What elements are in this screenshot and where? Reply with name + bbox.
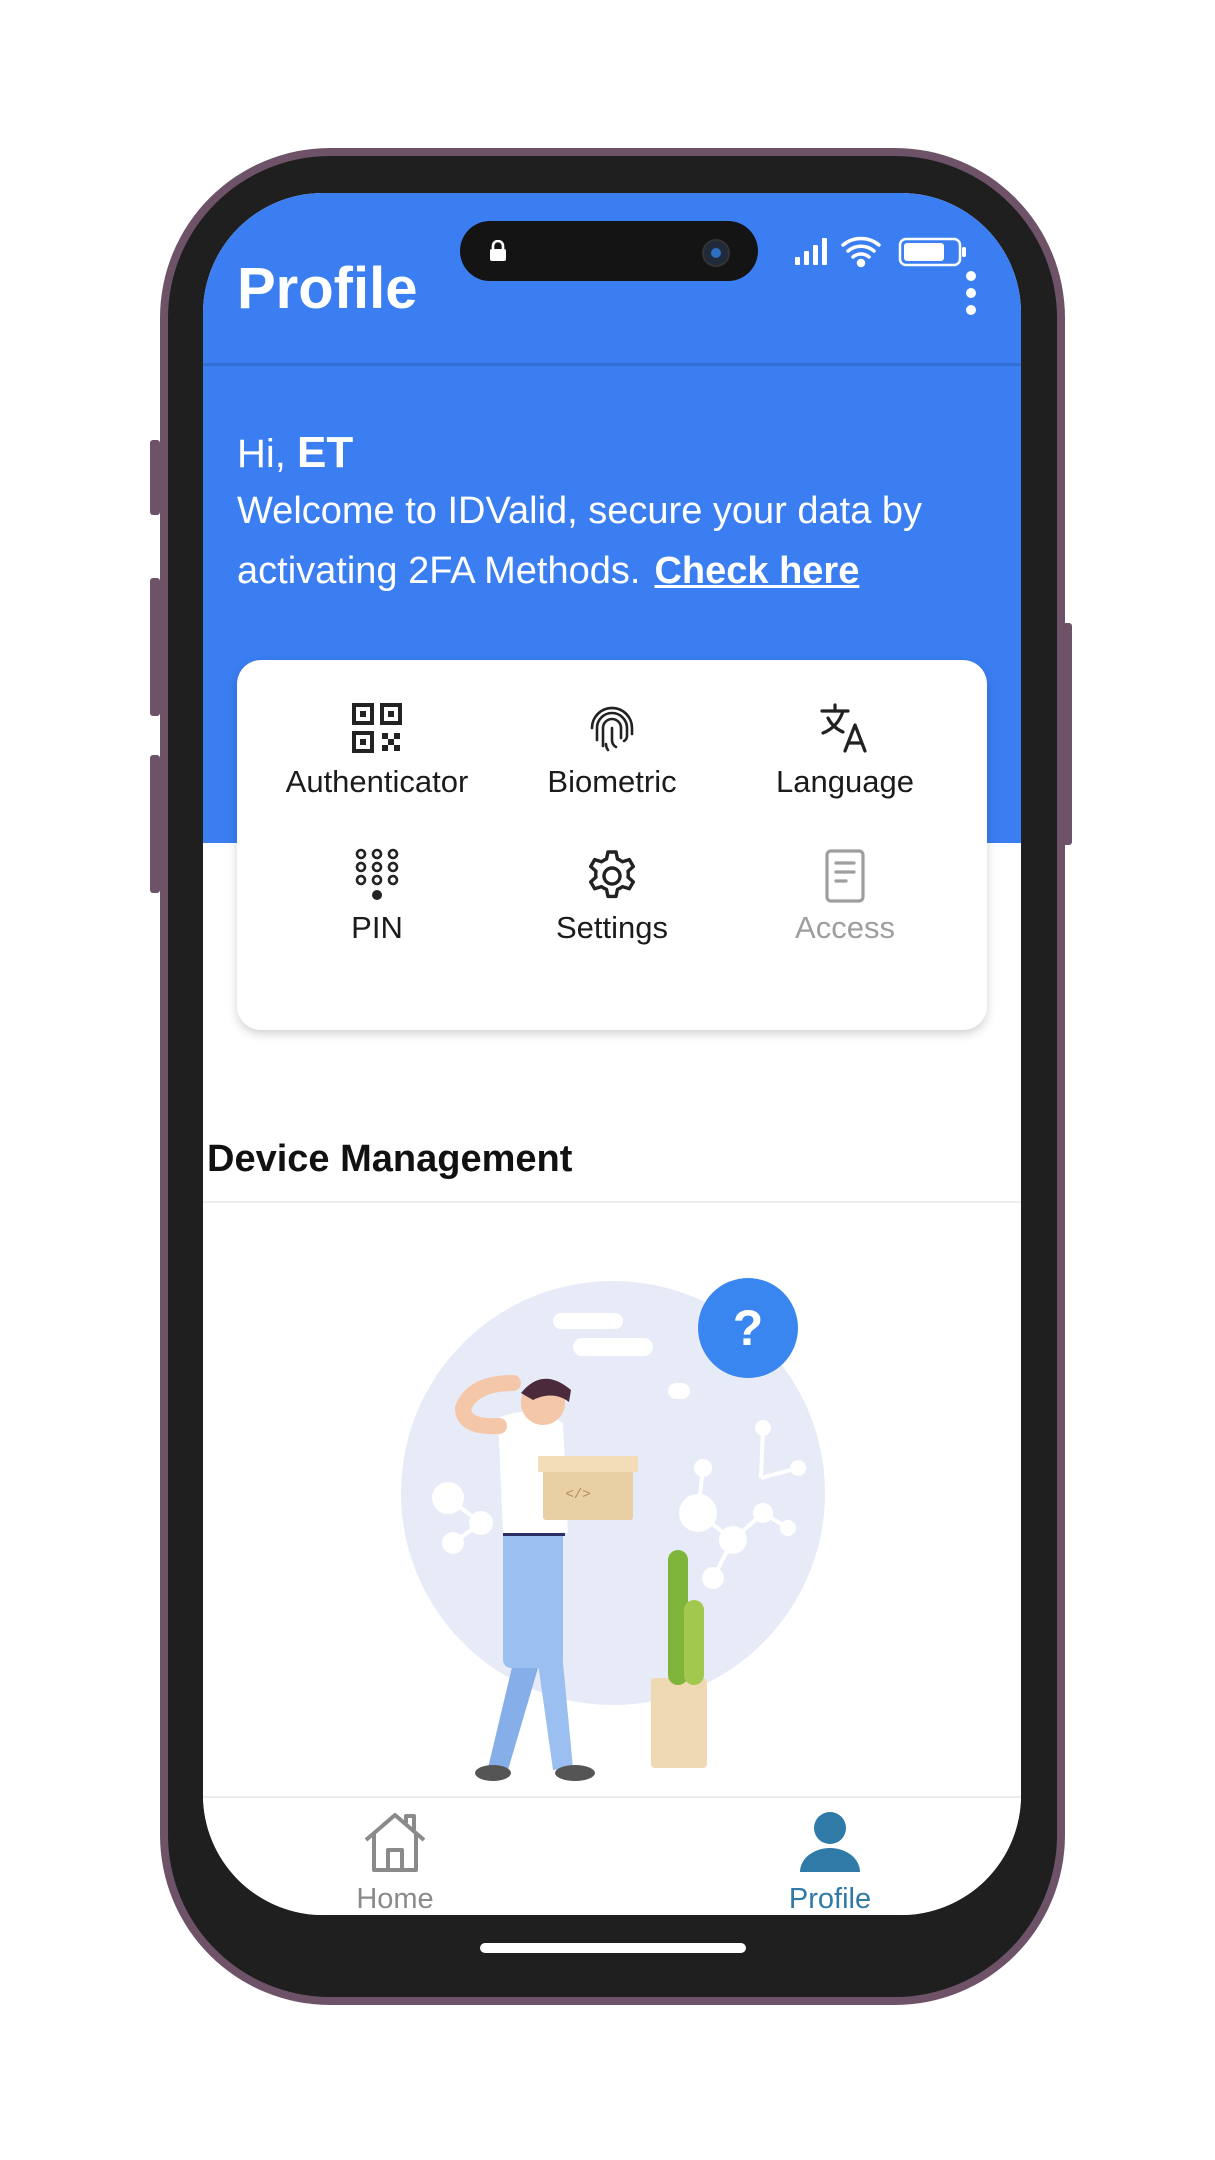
menu-item-authenticator[interactable]: Authenticator <box>257 702 497 822</box>
section-title: Device Management <box>207 1138 573 1180</box>
menu-item-language[interactable]: Language <box>725 702 965 822</box>
home-icon <box>364 1813 426 1872</box>
menu-item-biometric[interactable]: Biometric <box>492 702 732 822</box>
lock-icon <box>490 240 506 261</box>
menu-item-label: Authenticator <box>285 764 469 799</box>
signal-icon <box>795 238 827 265</box>
menu-item-settings[interactable]: Settings <box>492 848 732 968</box>
check-here-link[interactable]: Check here <box>654 550 859 592</box>
greeting: Hi, ET <box>237 428 353 478</box>
svg-text:?: ? <box>733 1300 764 1356</box>
help-badge-icon: ? <box>698 1278 798 1378</box>
nav-label: Profile <box>788 1883 872 1915</box>
menu-item-label: Access <box>795 910 895 945</box>
status-bar-icons <box>795 236 966 268</box>
fingerprint-icon <box>590 706 634 752</box>
wifi-icon <box>841 236 881 268</box>
home-indicator[interactable] <box>480 1943 746 1953</box>
bottom-navigation: Home Profile <box>203 1796 1021 1915</box>
phone-side-button <box>150 755 160 893</box>
menu-item-label: Biometric <box>547 764 677 799</box>
document-icon <box>825 849 865 903</box>
empty-state-illustration: ? </> <box>401 1278 825 1781</box>
battery-icon <box>898 237 966 267</box>
menu-item-label: PIN <box>351 910 403 945</box>
welcome-message: Welcome to IDValid, secure your data by … <box>237 481 997 601</box>
menu-item-label: Settings <box>555 910 668 945</box>
phone-side-button <box>150 578 160 716</box>
camera-icon <box>702 239 730 267</box>
dynamic-island <box>460 221 758 281</box>
greeting-prefix: Hi, <box>237 432 286 476</box>
nav-label: Home <box>356 1883 434 1915</box>
security-menu-card: Authenticator Biometric Language PIN Set… <box>237 660 987 1030</box>
keypad-icon <box>355 848 399 900</box>
user-name: ET <box>297 428 354 477</box>
overflow-menu-icon[interactable] <box>963 271 979 317</box>
nav-item-profile[interactable]: Profile <box>730 1810 930 1915</box>
translate-icon <box>820 703 867 753</box>
phone-screen: Profile Hi, ET Welcome to IDValid, secur… <box>203 193 1021 1915</box>
phone-power-button <box>1062 623 1072 845</box>
gear-icon <box>589 850 635 899</box>
divider <box>203 1201 1021 1203</box>
menu-item-access[interactable]: Access <box>725 848 965 968</box>
qr-code-icon <box>352 703 402 753</box>
person-icon <box>800 1812 860 1872</box>
app-bar: Profile <box>203 193 1021 366</box>
menu-item-pin[interactable]: PIN <box>257 848 497 968</box>
svg-text:</>: </> <box>565 1487 590 1503</box>
menu-item-label: Language <box>776 764 914 799</box>
page-title: Profile <box>237 256 418 321</box>
phone-side-button <box>150 440 160 515</box>
nav-item-home[interactable]: Home <box>295 1810 495 1915</box>
